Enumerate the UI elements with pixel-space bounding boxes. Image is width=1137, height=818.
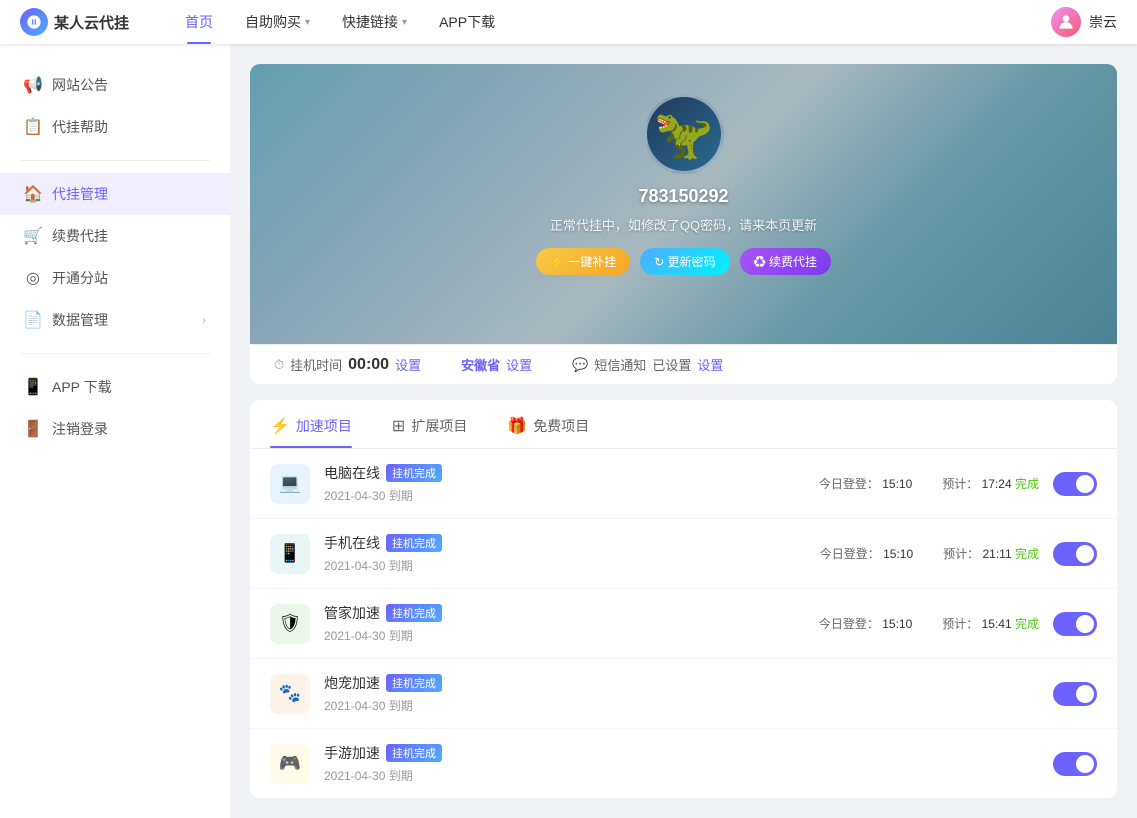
sidebar-item-app[interactable]: 📱 APP 下载 bbox=[0, 366, 230, 408]
sidebar-item-management[interactable]: 🏠 代挂管理 bbox=[0, 173, 230, 215]
tabs-header: ⚡ 加速项目 ⊞ 扩展项目 🎁 免费项目 bbox=[250, 400, 1117, 449]
nav-app[interactable]: APP下载 bbox=[423, 0, 511, 44]
avatar bbox=[1051, 7, 1081, 37]
qq-number: 783150292 bbox=[638, 186, 728, 207]
item-title: 电脑在线 挂机完成 bbox=[324, 463, 805, 483]
list-items-container: 💻 电脑在线 挂机完成 2021-04-30 到期 今日登登： 15:10 bbox=[250, 449, 1117, 798]
region-value: 安徽省 bbox=[461, 355, 500, 374]
logo-text: 某人云代挂 bbox=[54, 12, 129, 33]
page-layout: 📢 网站公告 📋 代挂帮助 🏠 代挂管理 🛒 续费代挂 ◎ 开通分站 bbox=[0, 44, 1137, 818]
toggle-mobile-online[interactable] bbox=[1053, 542, 1097, 566]
toggle-pc-online[interactable] bbox=[1053, 472, 1097, 496]
management-icon: 🏠 bbox=[24, 185, 42, 203]
continue-button[interactable]: ♻ 续费代挂 bbox=[740, 248, 831, 275]
item-stats: 今日登登： 15:10 预计： 17:24 完成 bbox=[819, 475, 1039, 492]
header: 某人云代挂 首页 自助购买 ▾ 快捷链接 ▾ APP下载 崇云 bbox=[0, 0, 1137, 44]
status-text: 正常代挂中，如修改了QQ密码，请来本页更新 bbox=[550, 215, 817, 234]
item-info: 手机在线 挂机完成 2021-04-30 到期 bbox=[324, 533, 806, 574]
item-info: 炮宠加速 挂机完成 2021-04-30 到期 bbox=[324, 673, 1025, 714]
toggle-mobile-game[interactable] bbox=[1053, 752, 1097, 776]
onekey-button[interactable]: ⚡ 一键补挂 bbox=[536, 248, 630, 275]
item-stats: 今日登登： 15:10 预计： 21:11 完成 bbox=[820, 545, 1039, 562]
logo: 某人云代挂 bbox=[20, 8, 129, 36]
tab-free[interactable]: 🎁 免费项目 bbox=[507, 416, 589, 448]
boost-tab-icon: ⚡ bbox=[270, 416, 290, 436]
pet-boost-icon: 🐾 bbox=[270, 674, 310, 714]
time-settings-link[interactable]: 设置 bbox=[395, 355, 421, 374]
list-item: 🛡 管家加速 挂机完成 2021-04-30 到期 今日登登： 15:10 bbox=[250, 589, 1117, 659]
expand-tab-icon: ⊞ bbox=[392, 416, 405, 436]
pc-online-icon: 💻 bbox=[270, 464, 310, 504]
sidebar-item-subsite[interactable]: ◎ 开通分站 bbox=[0, 257, 230, 299]
sidebar-divider-2 bbox=[20, 353, 210, 354]
free-tab-icon: 🎁 bbox=[507, 416, 527, 436]
banner-content: 🦖 783150292 正常代挂中，如修改了QQ密码，请来本页更新 ⚡ 一键补挂… bbox=[250, 64, 1117, 275]
app-download-icon: 📱 bbox=[24, 378, 42, 396]
mobile-game-icon: 🎮 bbox=[270, 744, 310, 784]
region-settings-link[interactable]: 设置 bbox=[506, 355, 532, 374]
tab-boost[interactable]: ⚡ 加速项目 bbox=[270, 416, 352, 448]
time-info: ⏱ 挂机时间 00:00 设置 bbox=[274, 355, 421, 374]
nav-home[interactable]: 首页 bbox=[169, 0, 229, 44]
sidebar-item-announcement[interactable]: 📢 网站公告 bbox=[0, 64, 230, 106]
announcement-icon: 📢 bbox=[24, 76, 42, 94]
item-title: 手游加速 挂机完成 bbox=[324, 743, 1025, 763]
list-item: 📱 手机在线 挂机完成 2021-04-30 到期 今日登登： 15:10 bbox=[250, 519, 1117, 589]
user-name: 崇云 bbox=[1089, 12, 1117, 32]
sidebar-item-data[interactable]: 📄 数据管理 › bbox=[0, 299, 230, 341]
item-info: 管家加速 挂机完成 2021-04-30 到期 bbox=[324, 603, 805, 644]
list-item: 💻 电脑在线 挂机完成 2021-04-30 到期 今日登登： 15:10 bbox=[250, 449, 1117, 519]
banner-background: 🦖 783150292 正常代挂中，如修改了QQ密码，请来本页更新 ⚡ 一键补挂… bbox=[250, 64, 1117, 344]
header-nav: 首页 自助购买 ▾ 快捷链接 ▾ APP下载 bbox=[169, 0, 1051, 44]
banner-avatar: 🦖 bbox=[644, 94, 724, 174]
sms-info: 💬 短信通知 已设置 设置 bbox=[572, 355, 723, 374]
list-item: 🎮 手游加速 挂机完成 2021-04-30 到期 bbox=[250, 729, 1117, 798]
main-content: 🦖 783150292 正常代挂中，如修改了QQ密码，请来本页更新 ⚡ 一键补挂… bbox=[230, 44, 1137, 818]
item-info: 手游加速 挂机完成 2021-04-30 到期 bbox=[324, 743, 1025, 784]
item-info: 电脑在线 挂机完成 2021-04-30 到期 bbox=[324, 463, 805, 504]
logo-icon bbox=[20, 8, 48, 36]
update-password-button[interactable]: ↻ 更新密码 bbox=[640, 248, 729, 275]
sidebar-item-help[interactable]: 📋 代挂帮助 bbox=[0, 106, 230, 148]
nav-links[interactable]: 快捷链接 ▾ bbox=[326, 0, 423, 44]
item-title: 炮宠加速 挂机完成 bbox=[324, 673, 1025, 693]
toggle-pet-boost[interactable] bbox=[1053, 682, 1097, 706]
profile-banner: 🦖 783150292 正常代挂中，如修改了QQ密码，请来本页更新 ⚡ 一键补挂… bbox=[250, 64, 1117, 384]
info-bar: ⏱ 挂机时间 00:00 设置 安徽省 设置 💬 短信通知 已设置 设置 bbox=[250, 344, 1117, 384]
chevron-down-icon: ▾ bbox=[402, 17, 407, 28]
tabs-card: ⚡ 加速项目 ⊞ 扩展项目 🎁 免费项目 💻 bbox=[250, 400, 1117, 798]
sidebar-divider-1 bbox=[20, 160, 210, 161]
banner-actions: ⚡ 一键补挂 ↻ 更新密码 ♻ 续费代挂 bbox=[536, 248, 831, 275]
nav-buy[interactable]: 自助购买 ▾ bbox=[229, 0, 326, 44]
item-title: 管家加速 挂机完成 bbox=[324, 603, 805, 623]
list-item: 🐾 炮宠加速 挂机完成 2021-04-30 到期 bbox=[250, 659, 1117, 729]
logout-icon: 🚪 bbox=[24, 420, 42, 438]
help-icon: 📋 bbox=[24, 118, 42, 136]
time-value: 00:00 bbox=[348, 356, 389, 374]
item-title: 手机在线 挂机完成 bbox=[324, 533, 806, 553]
sms-settings-link[interactable]: 设置 bbox=[697, 355, 723, 374]
sidebar: 📢 网站公告 📋 代挂帮助 🏠 代挂管理 🛒 续费代挂 ◎ 开通分站 bbox=[0, 44, 230, 818]
subsite-icon: ◎ bbox=[24, 269, 42, 287]
sidebar-section-main: 🏠 代挂管理 🛒 续费代挂 ◎ 开通分站 📄 数据管理 › bbox=[0, 173, 230, 341]
sms-icon: 💬 bbox=[572, 357, 588, 373]
chevron-right-icon: › bbox=[202, 313, 206, 327]
clock-icon: ⏱ bbox=[274, 357, 284, 373]
toggle-manager-boost[interactable] bbox=[1053, 612, 1097, 636]
item-stats: 今日登登： 15:10 预计： 15:41 完成 bbox=[819, 615, 1039, 632]
sidebar-section-top: 📢 网站公告 📋 代挂帮助 bbox=[0, 64, 230, 148]
data-icon: 📄 bbox=[24, 311, 42, 329]
sidebar-item-renewal[interactable]: 🛒 续费代挂 bbox=[0, 215, 230, 257]
chevron-down-icon: ▾ bbox=[305, 17, 310, 28]
mobile-online-icon: 📱 bbox=[270, 534, 310, 574]
region-info: 安徽省 设置 bbox=[461, 355, 532, 374]
manager-boost-icon: 🛡 bbox=[270, 604, 310, 644]
sidebar-item-logout[interactable]: 🚪 注销登录 bbox=[0, 408, 230, 450]
sidebar-section-bottom: 📱 APP 下载 🚪 注销登录 bbox=[0, 366, 230, 450]
renewal-icon: 🛒 bbox=[24, 227, 42, 245]
tab-expand[interactable]: ⊞ 扩展项目 bbox=[392, 416, 467, 448]
user-area: 崇云 bbox=[1051, 7, 1117, 37]
